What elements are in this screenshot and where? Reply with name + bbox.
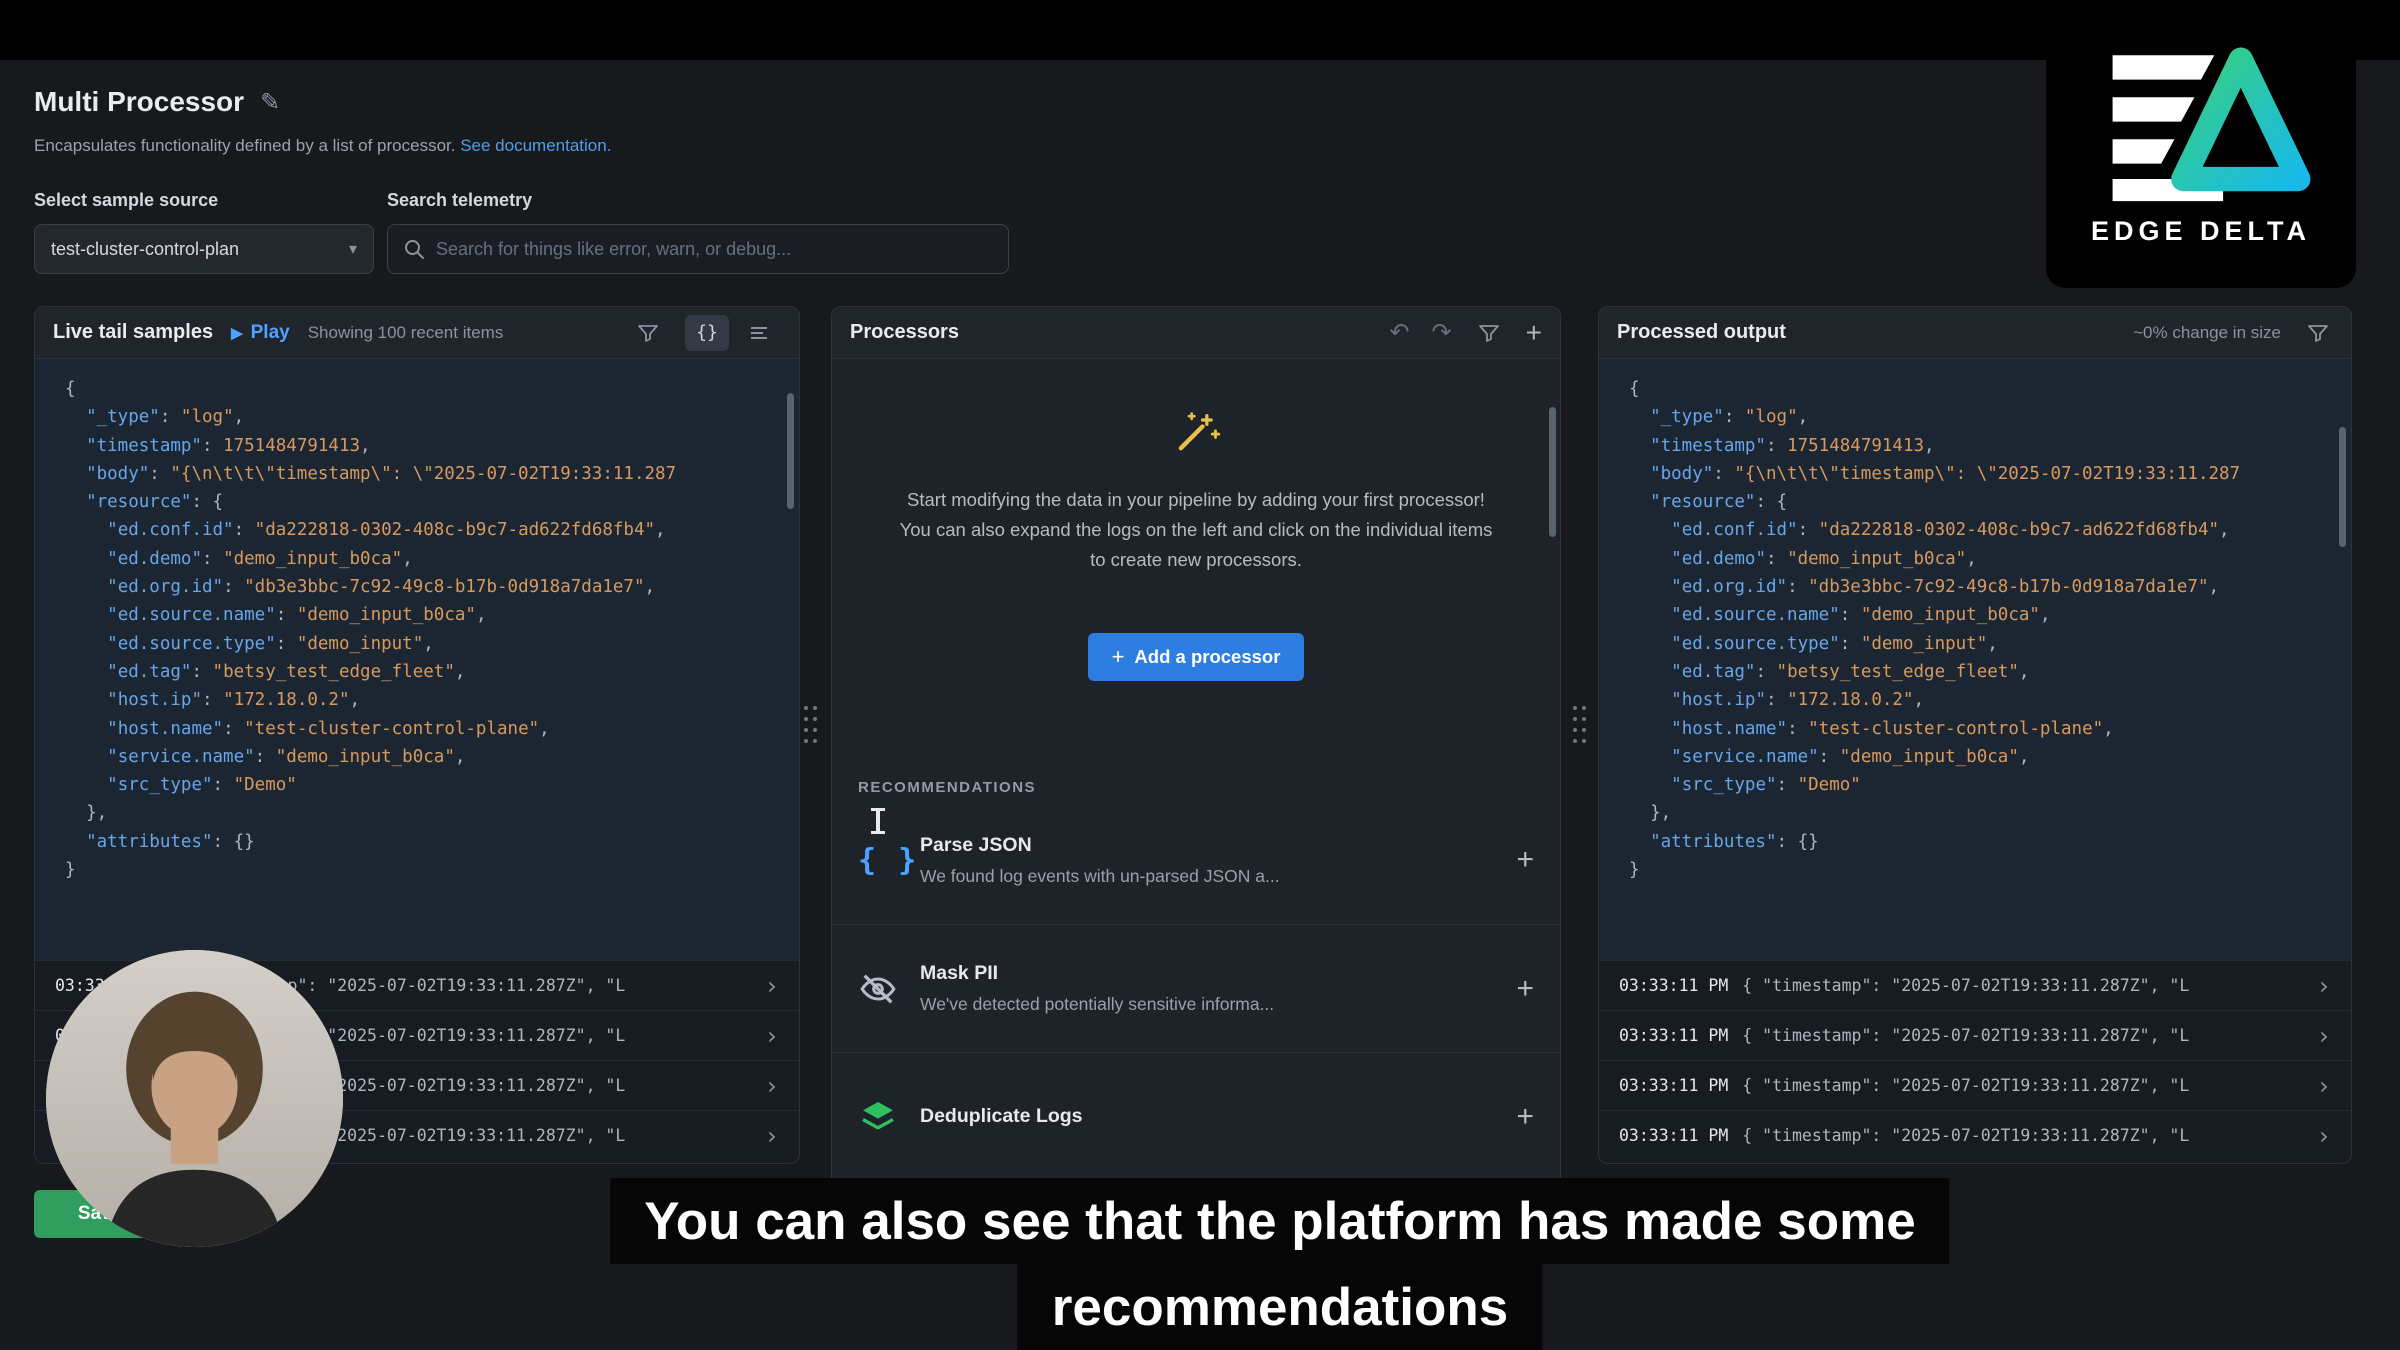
chevron-right-icon[interactable]: › <box>765 1122 779 1150</box>
processed-output-header: Processed output ~0% change in size <box>1599 307 2351 359</box>
deduplicate-logs-icon <box>858 1097 920 1137</box>
panel-resize-handle[interactable] <box>1572 688 1586 760</box>
processors-empty-text: Start modifying the data in your pipelin… <box>893 485 1499 575</box>
add-recommendation-icon[interactable]: + <box>1516 845 1534 875</box>
log-row[interactable]: 03:33:11 PM { "timestamp": "2025-07-02T1… <box>1599 1060 2351 1110</box>
plus-icon: + <box>1112 644 1125 670</box>
chevron-right-icon[interactable]: › <box>765 1072 779 1100</box>
live-tail-code[interactable]: { "_type": "log", "timestamp": 175148479… <box>35 359 799 960</box>
json-view-toggle[interactable]: {} <box>685 315 729 351</box>
search-telemetry-box <box>387 224 1009 274</box>
live-tail-header: Live tail samples ▶ Play Showing 100 rec… <box>35 307 799 359</box>
app-root: EDGE DELTA Multi Processor ✎ Encapsulate… <box>0 0 2400 1350</box>
recommendation-mask-pii[interactable]: Mask PII We've detected potentially sens… <box>832 924 1560 1052</box>
log-row[interactable]: 03:33:11 PM { "timestamp": "2025-07-02T1… <box>1599 1010 2351 1060</box>
webcam-overlay <box>46 950 343 1247</box>
video-caption: You can also see that the platform has m… <box>610 1178 1949 1350</box>
page-description: Encapsulates functionality defined by a … <box>34 136 611 156</box>
chevron-right-icon[interactable]: › <box>2317 1022 2331 1050</box>
add-processor-icon[interactable]: + <box>1526 319 1542 347</box>
list-view-toggle[interactable] <box>737 315 781 351</box>
play-button[interactable]: ▶ Play <box>231 322 290 344</box>
add-recommendation-icon[interactable]: + <box>1516 1102 1534 1132</box>
search-telemetry-input[interactable] <box>436 239 994 260</box>
top-bar <box>0 0 2400 60</box>
search-telemetry-label: Search telemetry <box>387 190 532 211</box>
panel-resize-handle[interactable] <box>803 688 817 760</box>
chevron-right-icon[interactable]: › <box>765 1022 779 1050</box>
mask-pii-icon <box>858 969 920 1009</box>
processors-panel: Processors ↶ ↷ + Start modifying the dat… <box>831 306 1561 1194</box>
filter-icon[interactable] <box>633 318 663 348</box>
mouse-cursor <box>876 808 880 834</box>
log-row[interactable]: 03:33:11 PM { "timestamp": "2025-07-02T1… <box>1599 960 2351 1010</box>
chevron-right-icon[interactable]: › <box>765 972 779 1000</box>
chevron-down-icon: ▾ <box>349 239 357 259</box>
edge-delta-logo: EDGE DELTA <box>2046 0 2356 288</box>
chevron-right-icon[interactable]: › <box>2317 1122 2331 1150</box>
edge-delta-logo-text: EDGE DELTA <box>2091 216 2311 247</box>
showing-items-label: Showing 100 recent items <box>308 323 504 343</box>
sample-source-dropdown[interactable]: test-cluster-control-plan ▾ <box>34 224 374 274</box>
processed-output-panel: Processed output ~0% change in size { "_… <box>1598 306 2352 1164</box>
chevron-right-icon[interactable]: › <box>2317 1072 2331 1100</box>
caption-line-1: You can also see that the platform has m… <box>610 1178 1949 1264</box>
recommendation-deduplicate-logs[interactable]: Deduplicate Logs + <box>832 1052 1560 1180</box>
presenter-avatar <box>46 950 343 1247</box>
undo-icon[interactable]: ↶ <box>1389 321 1409 345</box>
page-title: Multi Processor <box>34 86 244 118</box>
log-row[interactable]: 03:33:11 PM { "timestamp": "2025-07-02T1… <box>1599 1110 2351 1160</box>
change-in-size-label: ~0% change in size <box>2133 323 2281 343</box>
live-tail-scrollbar[interactable] <box>787 393 794 509</box>
processors-title: Processors <box>850 321 959 344</box>
processors-header: Processors ↶ ↷ + <box>832 307 1560 359</box>
parse-json-icon: { } <box>858 843 920 878</box>
add-recommendation-icon[interactable]: + <box>1516 974 1534 1004</box>
processed-output-code[interactable]: { "_type": "log", "timestamp": 175148479… <box>1599 359 2351 960</box>
recommendations-label: RECOMMENDATIONS <box>858 779 1560 796</box>
sample-source-label: Select sample source <box>34 190 218 211</box>
view-toggle: {} <box>685 315 781 351</box>
processors-scrollbar[interactable] <box>1549 407 1556 537</box>
list-view-icon <box>747 321 771 345</box>
chevron-right-icon[interactable]: › <box>2317 972 2331 1000</box>
processors-empty-state: Start modifying the data in your pipelin… <box>832 359 1560 681</box>
filter-icon[interactable] <box>1474 318 1504 348</box>
play-icon: ▶ <box>231 324 243 342</box>
recommendation-parse-json[interactable]: { } Parse JSON We found log events with … <box>832 796 1560 924</box>
filter-icon[interactable] <box>2303 318 2333 348</box>
edge-delta-logo-mark <box>2089 42 2313 210</box>
caption-line-2: recommendations <box>1018 1264 1543 1350</box>
see-documentation-link[interactable]: See documentation. <box>460 136 611 155</box>
sample-source-value: test-cluster-control-plan <box>51 239 341 260</box>
magic-wand-icon <box>1170 407 1222 459</box>
redo-icon[interactable]: ↷ <box>1432 321 1452 345</box>
processed-output-title: Processed output <box>1617 321 1786 344</box>
processed-output-scrollbar[interactable] <box>2339 427 2346 547</box>
search-icon <box>402 237 426 261</box>
edit-title-icon[interactable]: ✎ <box>260 88 280 117</box>
add-processor-button[interactable]: + Add a processor <box>1088 633 1305 681</box>
live-tail-title: Live tail samples <box>53 321 213 344</box>
processed-output-rows: 03:33:11 PM { "timestamp": "2025-07-02T1… <box>1599 960 2351 1163</box>
